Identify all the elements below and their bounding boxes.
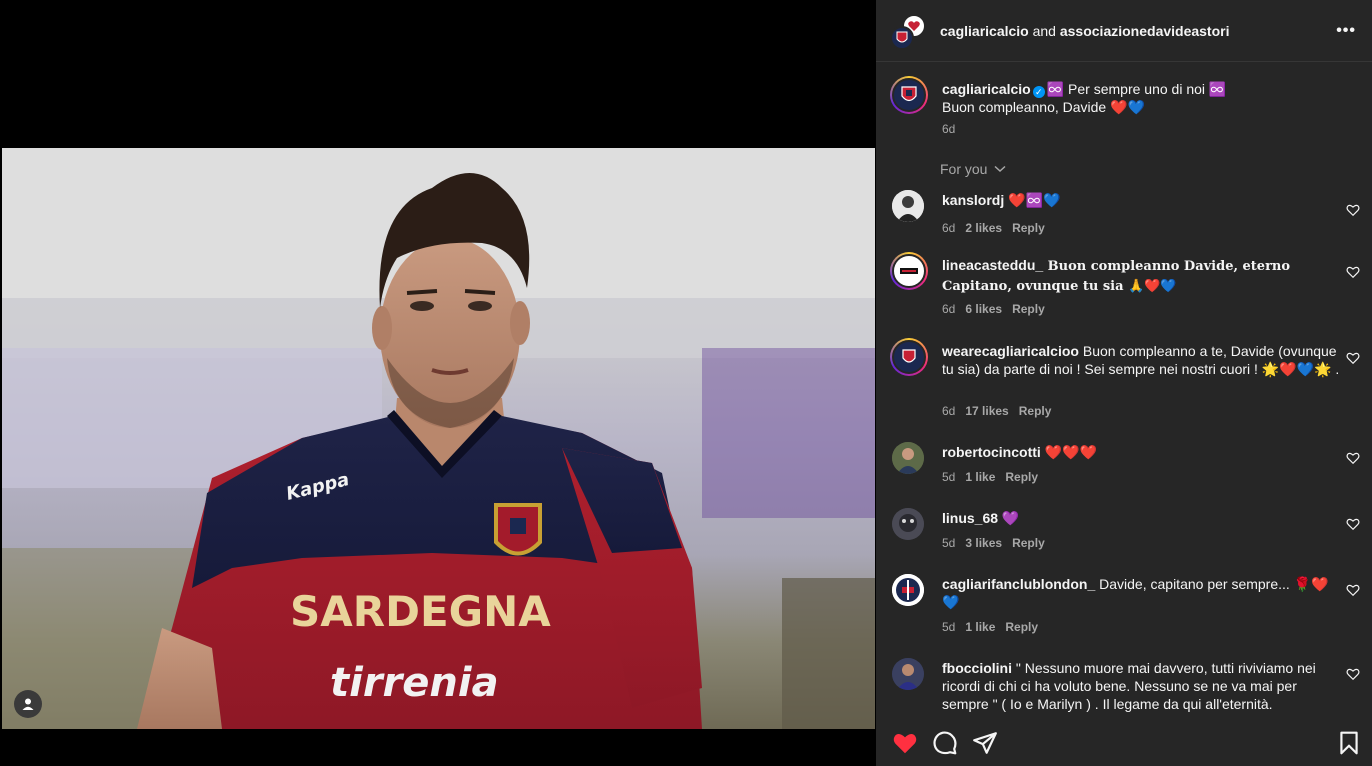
jersey-sponsor-secondary: tirrenia — [330, 660, 499, 706]
comment-username[interactable]: lineacasteddu_ — [942, 257, 1043, 273]
sort-label: For you — [940, 161, 988, 177]
club-crest-icon — [892, 340, 926, 374]
comment-meta: 5d 3 likes Reply — [942, 536, 1055, 550]
comment-text: lineacasteddu_ Buon compleanno Davide, e… — [942, 256, 1342, 296]
profile-photo-icon — [892, 190, 924, 222]
like-comment-heart-icon[interactable] — [1346, 203, 1360, 217]
reply-button[interactable]: Reply — [1005, 620, 1038, 634]
profile-photo-icon — [892, 508, 924, 540]
club-crest — [494, 503, 542, 556]
chevron-down-icon — [994, 165, 1006, 173]
comment-likes[interactable]: 6 likes — [965, 302, 1002, 316]
tagged-users-button[interactable] — [14, 690, 42, 718]
avatar[interactable] — [892, 442, 924, 474]
comment-likes[interactable]: 1 like — [965, 620, 995, 634]
comment-likes[interactable]: 2 likes — [965, 221, 1002, 235]
comment-sort-dropdown[interactable]: For you — [940, 161, 1006, 177]
caption-timestamp[interactable]: 6d — [942, 122, 955, 136]
comment-username[interactable]: fbocciolini — [942, 660, 1012, 676]
comment-likes[interactable]: 3 likes — [965, 536, 1002, 550]
reply-button[interactable]: Reply — [1005, 470, 1038, 484]
avatar[interactable] — [892, 508, 924, 540]
author-link-associazione[interactable]: associazionedavideastori — [1060, 23, 1230, 39]
comment-meta: 5d 1 like Reply — [942, 470, 1048, 484]
comment-text: robertocincotti ❤️❤️❤️ — [942, 443, 1342, 461]
comment-icon[interactable] — [932, 730, 958, 756]
more-options-button[interactable]: ••• — [1336, 22, 1356, 40]
caption-line-1: ♾️ Per sempre uno di noi ♾️ — [1046, 81, 1227, 97]
comment-text: cagliarifanclublondon_ Davide, capitano … — [942, 575, 1342, 611]
comment-time[interactable]: 6d — [942, 404, 955, 418]
post-photo[interactable]: SARDEGNA tirrenia Kappa — [2, 148, 875, 729]
avatar[interactable] — [892, 658, 924, 690]
like-comment-heart-icon[interactable] — [1346, 265, 1360, 279]
comment-meta: 6d 17 likes Reply — [942, 404, 1061, 418]
comment-meta: 5d 1 like Reply — [942, 620, 1048, 634]
comments-list: kanslordj ❤️♾️💙 6d 2 likes Reply lineacast… — [876, 186, 1372, 716]
avatar[interactable] — [890, 338, 928, 376]
like-comment-heart-icon[interactable] — [1346, 667, 1360, 681]
comment-text: kanslordj ❤️♾️💙 — [942, 191, 1342, 209]
comment-likes[interactable]: 17 likes — [965, 404, 1008, 418]
like-comment-heart-icon[interactable] — [1346, 351, 1360, 365]
player-photo: SARDEGNA tirrenia Kappa — [2, 148, 875, 729]
fanclub-logo-icon — [892, 574, 924, 606]
collab-avatars[interactable] — [890, 14, 926, 50]
reply-button[interactable]: Reply — [1019, 404, 1052, 418]
comment-text: fbocciolini " Nessuno muore mai davvero,… — [942, 659, 1342, 713]
reply-button[interactable]: Reply — [1012, 302, 1045, 316]
linea-logo-icon — [892, 254, 926, 288]
comment-text: wearecagliaricalcioo Buon compleanno a t… — [942, 342, 1342, 378]
like-heart-icon[interactable] — [892, 730, 918, 756]
caption-text: cagliaricalcio ✓ ♾️ Per sempre uno di noi … — [942, 80, 1342, 116]
comment-username[interactable]: linus_68 — [942, 510, 998, 526]
comment-username[interactable]: cagliarifanclublondon_ — [942, 576, 1095, 592]
author-link-cagliaricalcio[interactable]: cagliaricalcio — [940, 23, 1029, 39]
avatar[interactable] — [890, 252, 928, 290]
comment-time[interactable]: 5d — [942, 620, 955, 634]
avatar-cagliaricalcio — [890, 26, 914, 50]
reply-button[interactable]: Reply — [1012, 536, 1045, 550]
user-icon — [22, 698, 34, 710]
comment-username[interactable]: wearecagliaricalcioo — [942, 343, 1079, 359]
club-crest-icon — [901, 86, 917, 102]
avatar[interactable] — [892, 574, 924, 606]
avatar[interactable] — [892, 190, 924, 222]
post-actions-bar — [876, 716, 1372, 766]
profile-photo-icon — [892, 442, 924, 474]
post-header: cagliaricalcio and associazionedavideast… — [876, 0, 1372, 62]
like-comment-heart-icon[interactable] — [1346, 517, 1360, 531]
comment-time[interactable]: 6d — [942, 302, 955, 316]
comment-content: 💜 — [998, 510, 1020, 526]
caption-avatar[interactable] — [890, 76, 928, 114]
caption-line-2: Buon compleanno, Davide ❤️💙 — [942, 99, 1145, 115]
like-comment-heart-icon[interactable] — [1346, 583, 1360, 597]
authors-connector: and — [1032, 23, 1056, 39]
post-media: SARDEGNA tirrenia Kappa — [0, 0, 876, 766]
jersey-sponsor: SARDEGNA — [290, 587, 551, 636]
comment-text: linus_68 💜 — [942, 509, 1342, 527]
club-crest-icon — [896, 31, 908, 43]
comment-time[interactable]: 6d — [942, 221, 955, 235]
comments-panel: cagliaricalcio and associazionedavideast… — [876, 0, 1372, 766]
like-comment-heart-icon[interactable] — [1346, 451, 1360, 465]
comment-time[interactable]: 5d — [942, 470, 955, 484]
save-bookmark-icon[interactable] — [1336, 730, 1362, 756]
comment-likes[interactable]: 1 like — [965, 470, 995, 484]
share-icon[interactable] — [972, 730, 998, 756]
reply-button[interactable]: Reply — [1012, 221, 1045, 235]
comment-time[interactable]: 5d — [942, 536, 955, 550]
comment-content: ❤️♾️💙 — [1004, 192, 1061, 208]
comment-username[interactable]: robertocincotti — [942, 444, 1041, 460]
comment-content: ❤️❤️❤️ — [1040, 444, 1097, 460]
profile-photo-icon — [892, 658, 924, 690]
comment-meta: 6d 6 likes Reply — [942, 302, 1055, 316]
comment-meta: 6d 2 likes Reply — [942, 221, 1055, 235]
comment-username[interactable]: kanslordj — [942, 192, 1004, 208]
verified-badge-icon: ✓ — [1032, 86, 1045, 98]
caption-username[interactable]: cagliaricalcio — [942, 81, 1031, 97]
post-authors: cagliaricalcio and associazionedavideast… — [940, 23, 1230, 39]
